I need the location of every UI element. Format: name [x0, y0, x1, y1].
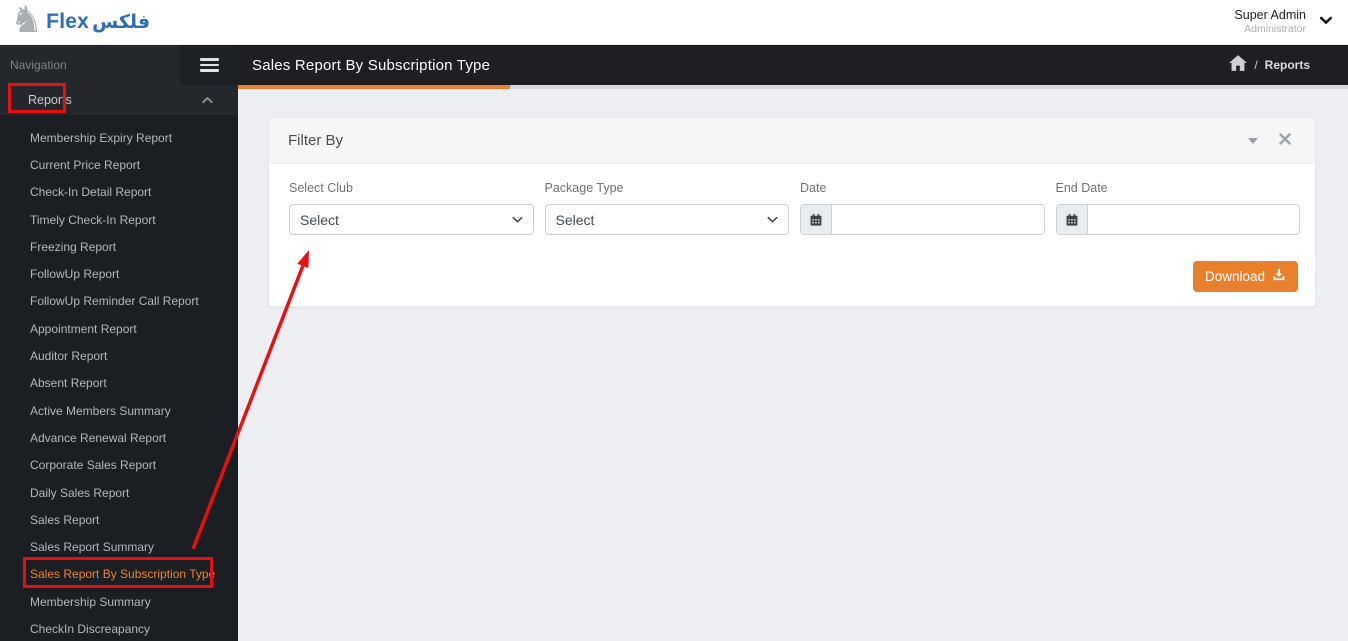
- filter-actions: Download: [289, 261, 1300, 292]
- date-input[interactable]: [832, 205, 1044, 234]
- content-area: Filter By Select Club Select Package Typ…: [238, 89, 1348, 641]
- app-root: ♞ Flex فلكس Super Admin Administrator Na…: [0, 0, 1348, 641]
- app-shell: Navigation Reports Membership Expiry Rep…: [0, 45, 1348, 641]
- sidebar-header: Navigation: [0, 45, 238, 85]
- sidebar-item-label: Daily Sales Report: [30, 485, 130, 500]
- home-icon[interactable]: [1229, 54, 1248, 76]
- user-menu[interactable]: Super Admin Administrator: [1234, 8, 1334, 37]
- sidebar-item[interactable]: Absent Report: [0, 370, 238, 397]
- filter-panel-header: Filter By: [269, 118, 1315, 164]
- close-panel-button[interactable]: [1277, 131, 1293, 150]
- end-date-label: End Date: [1055, 181, 1108, 195]
- chevron-up-icon: [202, 91, 213, 109]
- sidebar: Navigation Reports Membership Expiry Rep…: [0, 45, 238, 641]
- collapse-panel-button[interactable]: [1246, 136, 1260, 146]
- sidebar-item-label: Freezing Report: [30, 239, 117, 254]
- sidebar-item[interactable]: FollowUp Report: [0, 260, 238, 287]
- breadcrumb-separator: /: [1254, 58, 1258, 72]
- sidebar-item[interactable]: Appointment Report: [0, 315, 238, 342]
- sidebar-item[interactable]: Check-In Detail Report: [0, 179, 238, 206]
- breadcrumb-current[interactable]: Reports: [1265, 58, 1310, 72]
- sidebar-item[interactable]: Sales Report Summary: [0, 533, 238, 560]
- brand-name-arabic: فلكس: [92, 11, 151, 33]
- main-area: Sales Report By Subscription Type / Repo…: [238, 45, 1348, 641]
- calendar-icon[interactable]: [801, 205, 832, 234]
- package-type-label: Package Type: [544, 181, 624, 195]
- hamburger-menu-icon: [199, 58, 219, 61]
- user-name: Super Admin: [1234, 7, 1306, 22]
- sidebar-item-label: Check-In Detail Report: [30, 185, 152, 200]
- end-date-input[interactable]: [1087, 205, 1299, 234]
- topbar: ♞ Flex فلكس Super Admin Administrator: [0, 0, 1348, 45]
- sidebar-item-label: Current Price Report: [30, 157, 141, 172]
- sidebar-item[interactable]: FollowUp Reminder Call Report: [0, 288, 238, 315]
- page-title: Sales Report By Subscription Type: [252, 56, 491, 74]
- sidebar-item[interactable]: Daily Sales Report: [0, 479, 238, 506]
- sidebar-item-label: FollowUp Report: [30, 267, 120, 282]
- navigation-label: Navigation: [10, 58, 67, 72]
- field-end-date: End Date: [1055, 181, 1300, 235]
- chevron-down-icon[interactable]: [1318, 12, 1334, 33]
- user-info: Super Admin Administrator: [1234, 8, 1306, 37]
- brand-name: Flex: [46, 10, 89, 33]
- sidebar-item-label: Active Members Summary: [30, 403, 171, 418]
- sidebar-item[interactable]: Advance Renewal Report: [0, 424, 238, 451]
- sidebar-item[interactable]: CheckIn Discreapancy: [0, 615, 238, 641]
- filter-panel: Filter By Select Club Select Package Typ…: [268, 117, 1316, 307]
- download-button-label: Download: [1204, 269, 1265, 284]
- app-logo[interactable]: ♞ Flex فلكس: [10, 1, 152, 38]
- calendar-icon[interactable]: [1056, 205, 1088, 234]
- sidebar-item[interactable]: Timely Check-In Report: [0, 206, 238, 233]
- filter-panel-tools: [1246, 131, 1293, 150]
- sidebar-item[interactable]: Membership Summary: [0, 588, 238, 615]
- sidebar-item[interactable]: Freezing Report: [0, 233, 238, 260]
- sidebar-item-label: Membership Summary: [30, 594, 151, 609]
- sidebar-item[interactable]: Sales Report: [0, 506, 238, 533]
- close-icon: [1279, 133, 1291, 148]
- caret-down-icon: [1248, 137, 1258, 144]
- sidebar-item-label: Absent Report: [30, 376, 107, 391]
- sidebar-item-label: Sales Report By Subscription Type: [30, 567, 216, 582]
- sidebar-item-label: Membership Expiry Report: [30, 130, 173, 145]
- sidebar-menu-label: Reports: [28, 93, 72, 107]
- select-club-dropdown[interactable]: Select: [289, 204, 534, 235]
- sidebar-item[interactable]: Corporate Sales Report: [0, 452, 238, 479]
- sidebar-submenu: Membership Expiry Report Current Price Re…: [0, 115, 238, 641]
- sidebar-menu-reports[interactable]: Reports: [0, 85, 238, 115]
- download-button[interactable]: Download: [1192, 261, 1298, 292]
- field-date: Date: [800, 181, 1045, 235]
- sidebar-item-label: Auditor Report: [30, 349, 108, 364]
- sidebar-item[interactable]: Auditor Report: [0, 342, 238, 369]
- sidebar-item-label: CheckIn Discreapancy: [30, 621, 151, 636]
- horse-logo-icon: ♞: [10, 0, 44, 41]
- sidebar-item[interactable]: Active Members Summary: [0, 397, 238, 424]
- sidebar-item-label: Sales Report Summary: [30, 540, 155, 555]
- user-role: Administrator: [1244, 23, 1306, 36]
- sidebar-item-label: FollowUp Reminder Call Report: [30, 294, 199, 309]
- sidebar-item[interactable]: Membership Expiry Report: [0, 124, 238, 151]
- sidebar-item-label: Corporate Sales Report: [30, 458, 157, 473]
- filter-panel-body: Select Club Select Package Type Select D…: [269, 164, 1315, 292]
- field-package-type: Package Type Select: [544, 181, 789, 235]
- field-select-club: Select Club Select: [289, 181, 534, 235]
- sidebar-item[interactable]: Sales Report By Subscription Type: [0, 561, 238, 588]
- sidebar-item-label: Advance Renewal Report: [30, 430, 167, 445]
- date-label: Date: [800, 181, 827, 195]
- sidebar-item-label: Appointment Report: [30, 321, 137, 336]
- sidebar-item-label: Timely Check-In Report: [30, 212, 156, 227]
- breadcrumb: / Reports: [1229, 54, 1310, 76]
- sidebar-toggle-button[interactable]: [180, 45, 238, 85]
- filter-fields: Select Club Select Package Type Select D…: [289, 181, 1300, 235]
- page-header: Sales Report By Subscription Type / Repo…: [238, 45, 1348, 85]
- sidebar-item[interactable]: Current Price Report: [0, 151, 238, 178]
- sidebar-item-label: Sales Report: [30, 512, 100, 527]
- filter-panel-title: Filter By: [288, 132, 344, 149]
- download-icon: [1272, 268, 1286, 285]
- select-club-label: Select Club: [289, 181, 353, 195]
- package-type-dropdown[interactable]: Select: [544, 204, 789, 235]
